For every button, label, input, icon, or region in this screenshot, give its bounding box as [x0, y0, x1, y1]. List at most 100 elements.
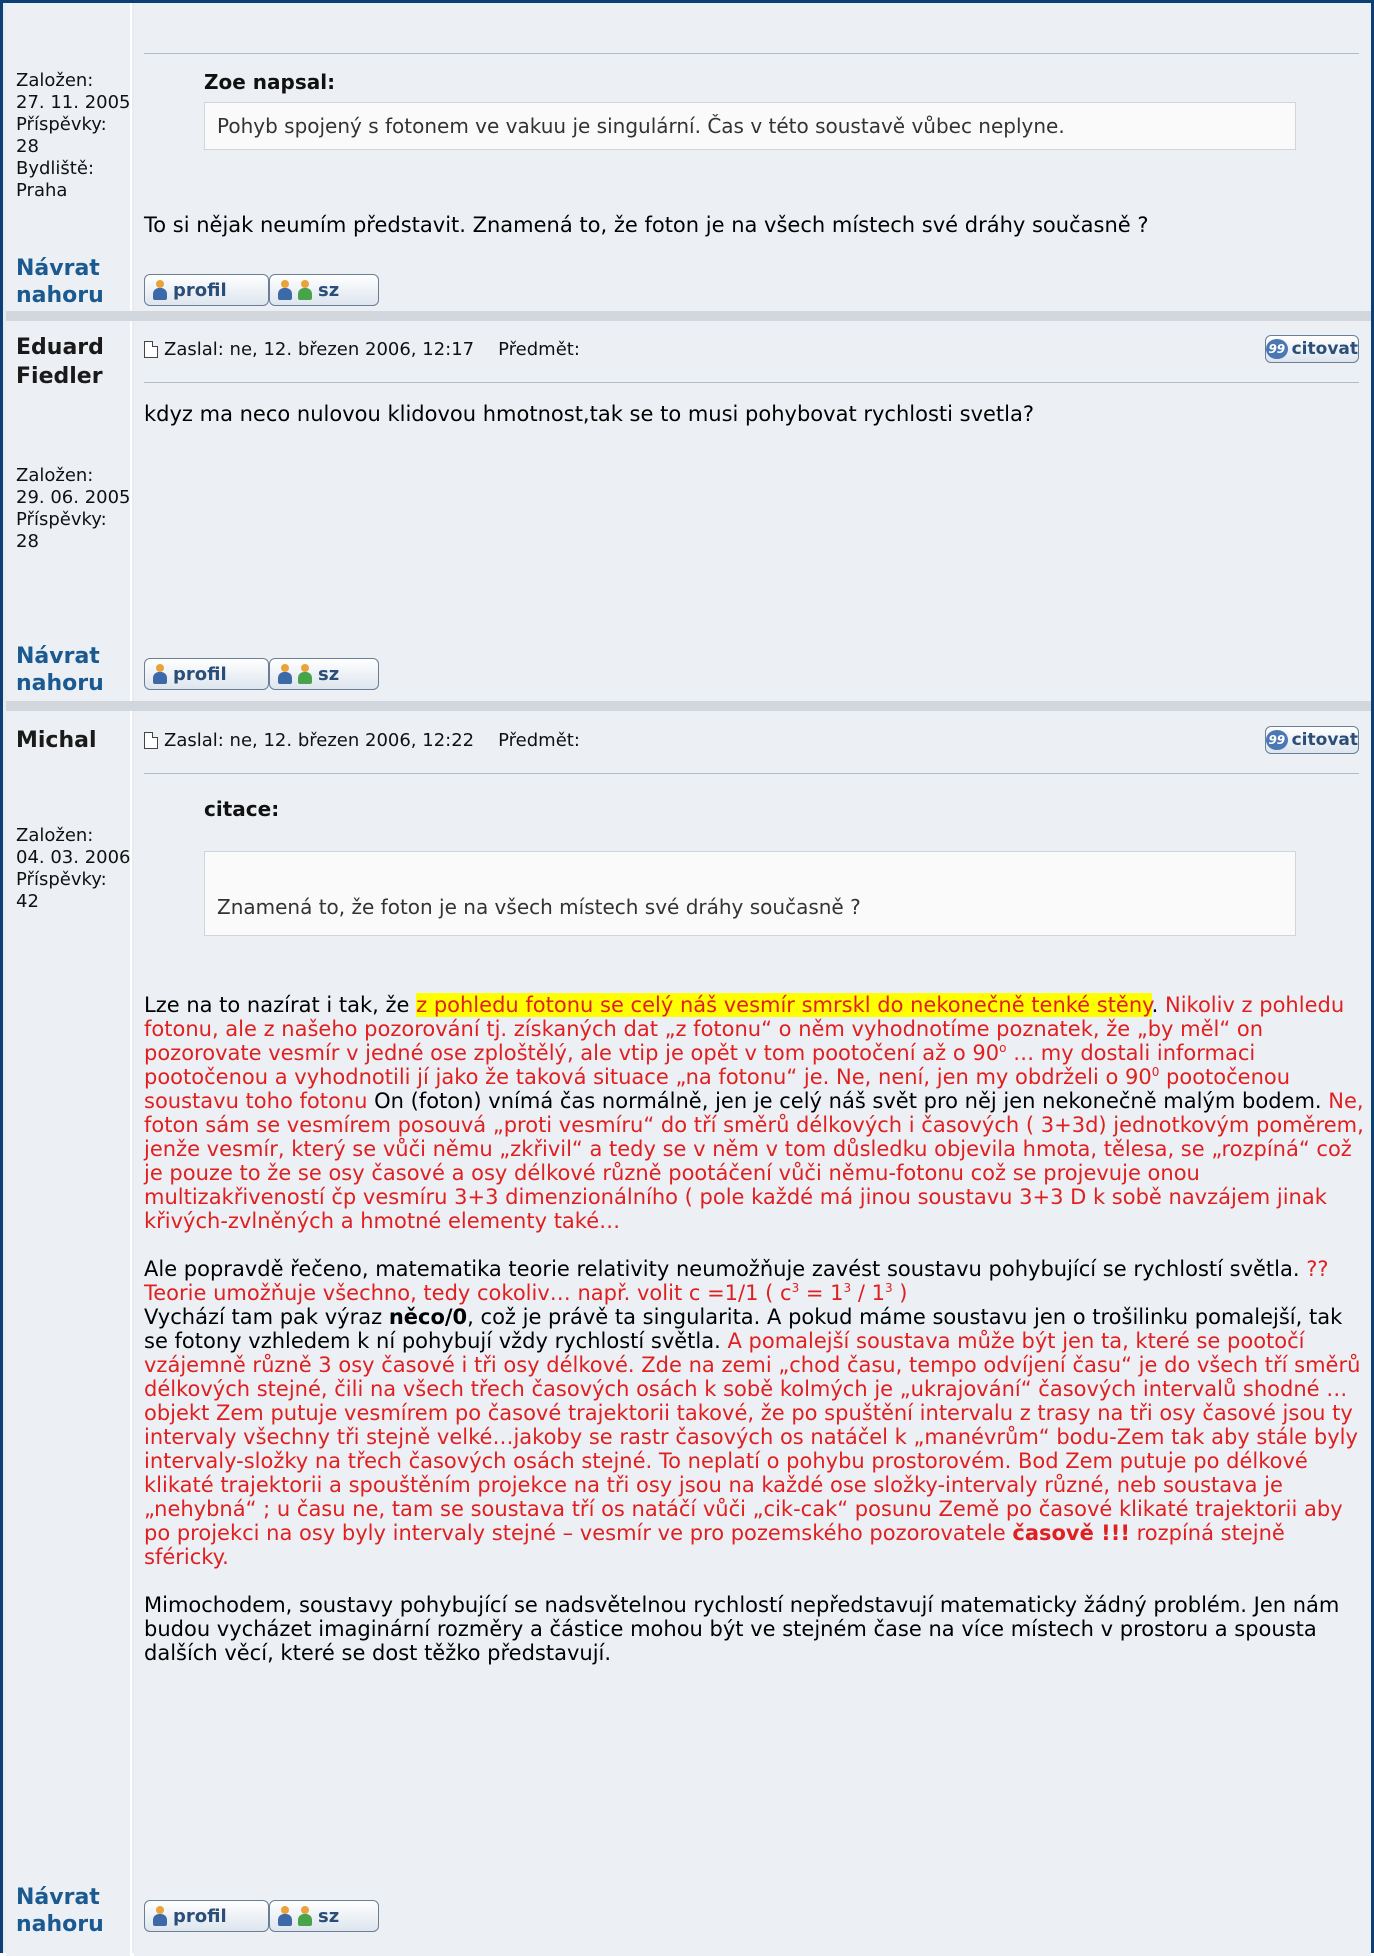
profile-button[interactable]: profil	[144, 658, 269, 690]
quote-box: Znamená to, že foton je na všech místech…	[204, 851, 1296, 936]
joined-date: 27. 11. 2005	[16, 92, 131, 113]
post-2: Eduard Fiedler Založen: 29. 06. 2005 Pří…	[6, 321, 1371, 631]
post-text: To si nějak neumím představit. Znamená t…	[144, 213, 1149, 237]
highlighted-text: z pohledu fotonu se celý náš vesmír smrs…	[416, 993, 1152, 1017]
quote-button[interactable]: 99 citovat	[1265, 335, 1359, 363]
red-comment: A pomalejší soustava může být jen ta, kt…	[144, 1329, 1361, 1545]
author-meta: Založen: 27. 11. 2005 Příspěvky: 28 Bydl…	[16, 70, 132, 202]
text-span: Lze na to nazírat i tak, že	[144, 993, 417, 1017]
post-3-footer: Návrat nahoru profil sz	[6, 1876, 1371, 1956]
posts-count: 28	[16, 136, 39, 157]
profile-label: profil	[173, 663, 227, 685]
posts-label: Příspěvky:	[16, 869, 107, 890]
subject-label: Předmět:	[498, 339, 580, 360]
post-divider	[144, 382, 1359, 383]
footer-author-cell: Návrat nahoru	[6, 631, 132, 701]
paragraph-2: Ale popravdě řečeno, matematika teorie r…	[144, 1257, 1364, 1569]
text-span: Vychází tam pak výraz	[144, 1305, 389, 1329]
post-divider	[144, 53, 1359, 54]
footer-body-cell: profil sz	[134, 247, 1371, 311]
paragraph-3: Mimochodem, soustavy pohybující se nadsv…	[144, 1593, 1340, 1665]
joined-label: Založen:	[16, 70, 94, 91]
post-1-footer: Návrat nahoru profil sz	[6, 247, 1371, 311]
post-3-author-cell: Michal Založen: 04. 03. 2006 Příspěvky: …	[6, 711, 132, 1876]
back-to-top-link[interactable]: Návrat nahoru	[16, 1884, 104, 1938]
author-meta: Založen: 04. 03. 2006 Příspěvky: 42	[16, 825, 132, 913]
bold-text: něco/0	[388, 1305, 468, 1329]
author-name-line2: Fiedler	[16, 364, 103, 389]
footer-body-cell: profil sz	[134, 1876, 1371, 1956]
text-span: Ale popravdě řečeno, matematika teorie r…	[144, 1257, 1300, 1281]
red-comment: = 1	[799, 1281, 844, 1305]
quote-title: Zoe napsal:	[204, 70, 336, 94]
quote-button[interactable]: 99 citovat	[1265, 726, 1359, 754]
joined-label: Založen:	[16, 465, 94, 486]
post-text: kdyz ma neco nulovou klidovou hmotnost,t…	[144, 402, 1035, 426]
post-3-body-cell: Zaslal: ne, 12. březen 2006, 12:22 Předm…	[134, 711, 1371, 1876]
joined-label: Založen:	[16, 825, 94, 846]
city-label: Bydliště:	[16, 158, 95, 179]
footer-author-cell: Návrat nahoru	[6, 247, 132, 311]
red-comment: / 1	[851, 1281, 885, 1305]
back-to-top-link[interactable]: Návrat nahoru	[16, 643, 104, 697]
back-to-top-link[interactable]: Návrat nahoru	[16, 255, 104, 309]
back-line2: nahoru	[16, 283, 104, 308]
profile-button[interactable]: profil	[144, 1900, 269, 1932]
post-header: Zaslal: ne, 12. březen 2006, 12:22 Předm…	[144, 730, 580, 751]
joined-date: 04. 03. 2006	[16, 847, 131, 868]
users-icon-2	[298, 280, 312, 300]
quote-label: citovat	[1291, 730, 1358, 750]
back-line1: Návrat	[16, 256, 100, 281]
footer-author-cell: Návrat nahoru	[6, 1876, 132, 1956]
profile-button[interactable]: profil	[144, 274, 269, 306]
users-icon	[278, 664, 292, 684]
forum-topic-frame: Založen: 27. 11. 2005 Příspěvky: 28 Bydl…	[0, 0, 1374, 1956]
quote-label: citovat	[1291, 339, 1358, 359]
author-name-line1: Eduard	[16, 335, 104, 360]
private-message-button[interactable]: sz	[269, 274, 379, 306]
user-icon	[153, 664, 167, 684]
back-line1: Návrat	[16, 1885, 100, 1910]
users-icon	[278, 280, 292, 300]
post-2-body-cell: Zaslal: ne, 12. březen 2006, 12:17 Předm…	[134, 321, 1371, 631]
post-2-author-cell: Eduard Fiedler Založen: 29. 06. 2005 Pří…	[6, 321, 132, 631]
posts-count: 28	[16, 531, 39, 552]
user-icon	[153, 1906, 167, 1926]
body-cell-top	[134, 3, 1371, 25]
post-separator	[6, 701, 1371, 711]
author-cell-top	[6, 3, 132, 25]
paragraph-1: Lze na to nazírat i tak, že z pohledu fo…	[144, 993, 1364, 1233]
post-header: Zaslal: ne, 12. březen 2006, 12:17 Předm…	[144, 339, 580, 360]
red-comment: )	[892, 1281, 908, 1305]
quote-icon: 99	[1266, 339, 1288, 359]
subject-label: Předmět:	[498, 730, 580, 751]
joined-date: 29. 06. 2005	[16, 487, 131, 508]
back-line2: nahoru	[16, 671, 104, 696]
footer-body-cell: profil sz	[134, 631, 1371, 701]
users-icon	[278, 1906, 292, 1926]
posts-label: Příspěvky:	[16, 509, 107, 530]
post-text: Lze na to nazírat i tak, že z pohledu fo…	[144, 993, 1364, 1665]
back-line2: nahoru	[16, 1912, 104, 1937]
pm-label: sz	[318, 663, 340, 685]
text-span: .	[1151, 993, 1159, 1017]
post-date: Zaslal: ne, 12. březen 2006, 12:22	[164, 730, 475, 751]
posts-label: Příspěvky:	[16, 114, 107, 135]
red-bold-text: časově !!!	[1012, 1521, 1130, 1545]
post-icon	[144, 732, 158, 749]
author-name[interactable]: Eduard Fiedler	[16, 333, 104, 391]
quote-box: Pohyb spojený s fotonem ve vakuu je sing…	[204, 102, 1296, 150]
city-value: Praha	[16, 180, 68, 201]
users-icon-2	[298, 664, 312, 684]
profile-label: profil	[173, 279, 227, 301]
post-1-body-cell: Zoe napsal: Pohyb spojený s fotonem ve v…	[134, 25, 1371, 247]
private-message-button[interactable]: sz	[269, 1900, 379, 1932]
superscript: 3	[884, 1281, 893, 1295]
author-name[interactable]: Michal	[16, 726, 97, 755]
post-3: Michal Založen: 04. 03. 2006 Příspěvky: …	[6, 711, 1371, 1876]
private-message-button[interactable]: sz	[269, 658, 379, 690]
author-meta: Založen: 29. 06. 2005 Příspěvky: 28	[16, 465, 132, 553]
post-divider	[144, 773, 1359, 774]
